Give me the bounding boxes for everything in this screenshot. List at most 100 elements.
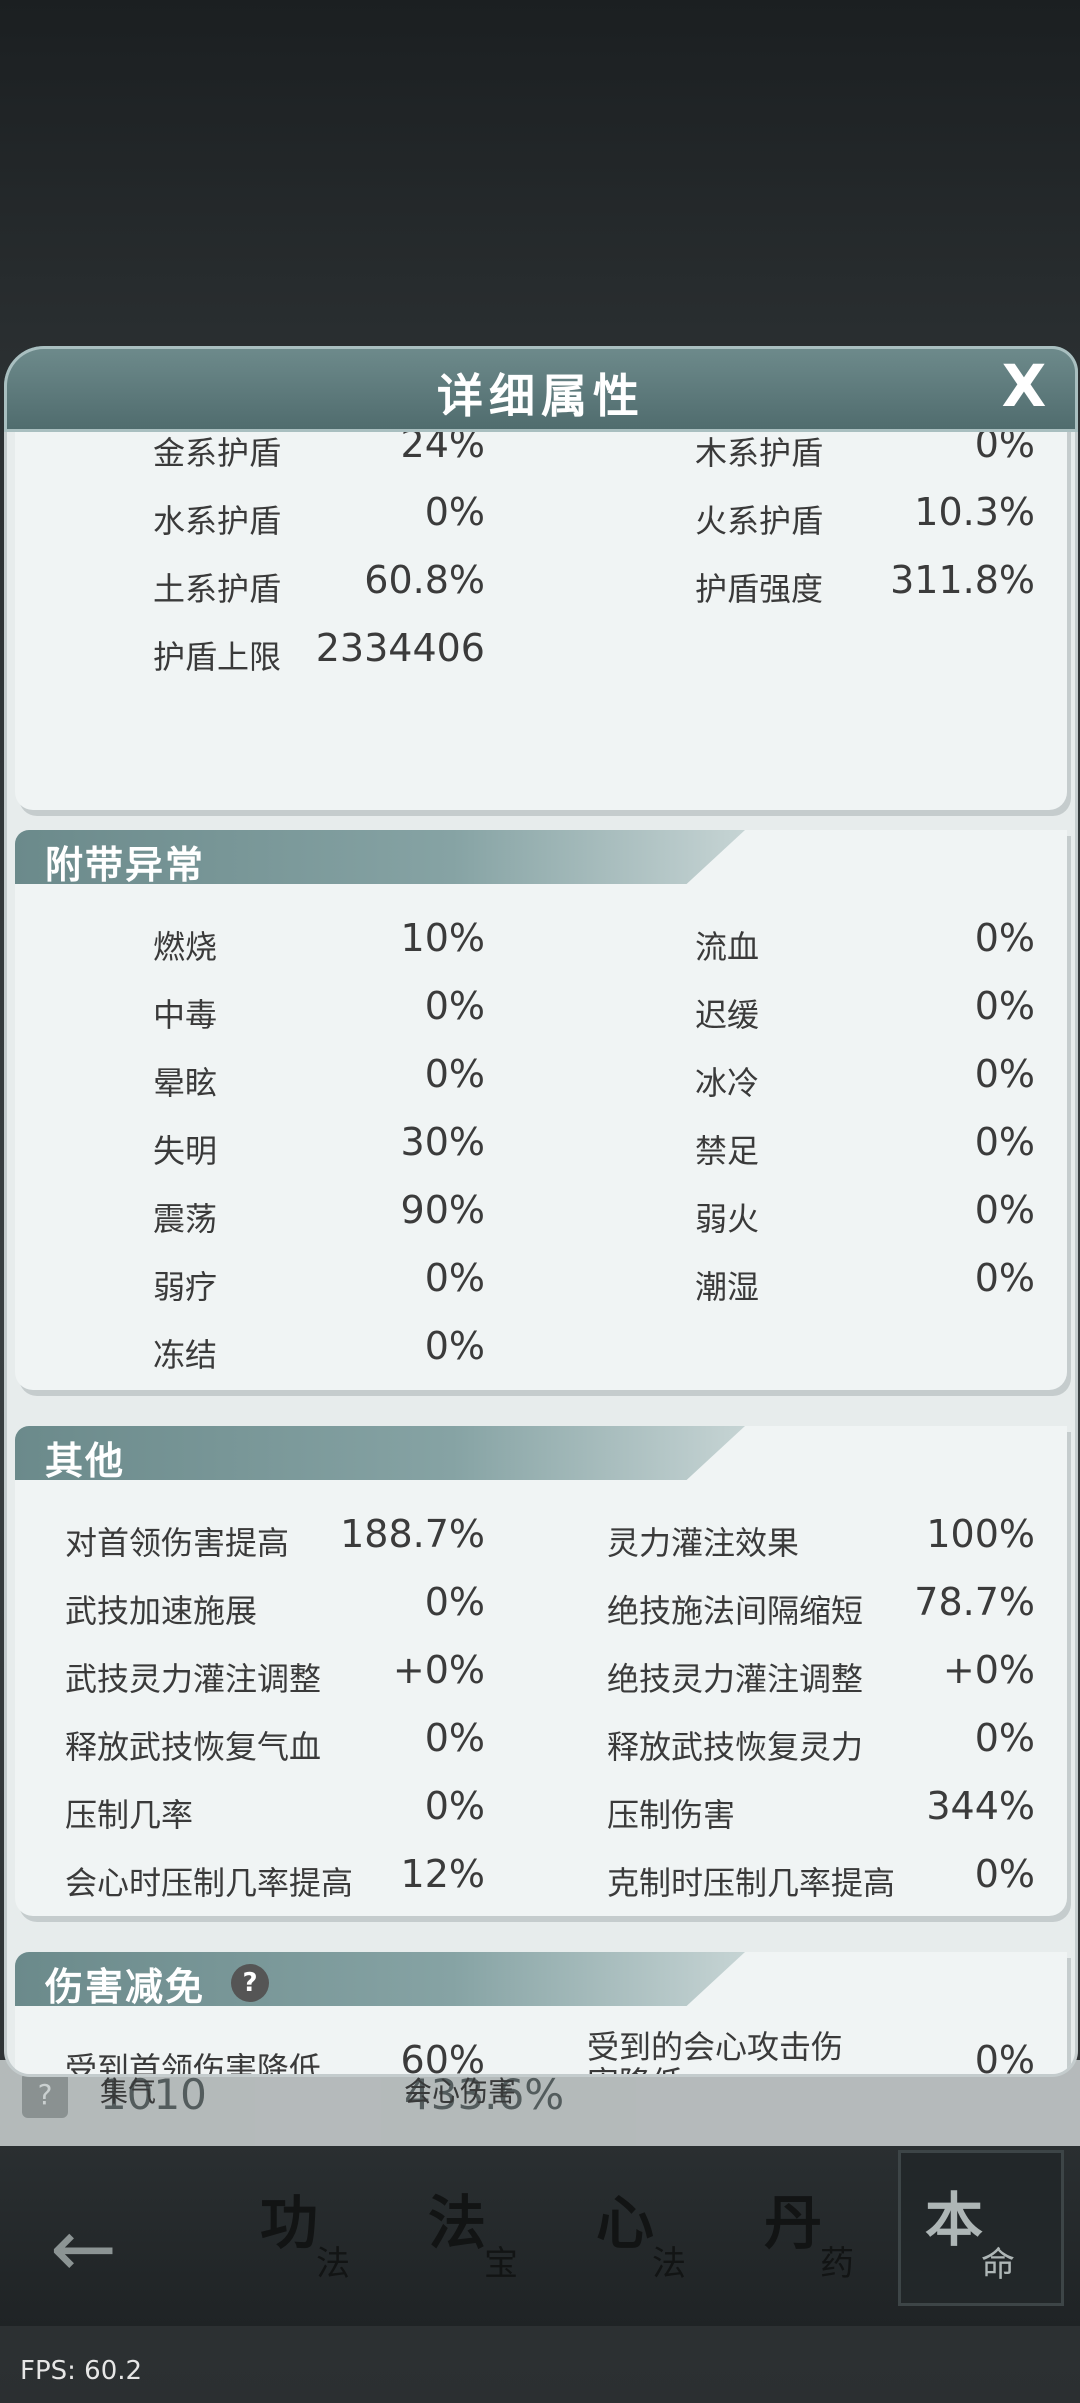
other-skill-infuse-label: 武技灵力灌注调整 [65, 1660, 322, 1698]
abnormal-chill-value: 0% [974, 1052, 1035, 1096]
abnormal-stun-value: 0% [424, 1052, 485, 1096]
nav-item-fabao[interactable]: 法 宝 [404, 2176, 564, 2306]
dr-boss-label: 受到首领伤害降低 [65, 2050, 322, 2077]
abnormal-bleed-value: 0% [974, 916, 1035, 960]
charge-stat: 集气 1010 [100, 2070, 207, 2119]
bottom-nav: ← 功 法 法 宝 心 法 丹 药 本 命 [0, 2146, 1080, 2326]
other-boss-dmg-value: 188.7% [340, 1512, 485, 1556]
other-infuse-effect-value: 100% [926, 1512, 1035, 1556]
other-skill-haste-value: 0% [424, 1580, 485, 1624]
dr-crit-value: 0% [974, 2038, 1035, 2077]
abnormal-burn-label: 燃烧 [153, 928, 218, 966]
dr-boss-value: 60% [400, 2038, 485, 2077]
other-skill-mana-label: 释放武技恢复灵力 [607, 1728, 864, 1766]
back-arrow-icon[interactable]: ← [50, 2202, 117, 2295]
abnormal-shock-label: 震荡 [153, 1200, 218, 1238]
background-top [0, 0, 1080, 380]
shield-cap-label: 护盾上限 [153, 638, 282, 676]
modal-body[interactable]: 金系护盾 24% 木系护盾 0% 水系护盾 0% 火系护盾 10.3% 金系护盾… [4, 432, 1078, 2077]
shield-water-value: 0% [424, 490, 485, 534]
shield-earth-label: 土系护盾 [153, 570, 282, 608]
abnormal-shock-value: 90% [400, 1188, 485, 1232]
shield-wood-value: 0% [974, 432, 1035, 466]
abnormal-weakheal-value: 0% [424, 1256, 485, 1300]
other-counter-suppress-value: 0% [974, 1852, 1035, 1896]
shield-metal-label: 金系护盾 [153, 434, 282, 472]
shield-fire-value: 10.3% [914, 490, 1035, 534]
attribute-detail-modal: 详细属性 X 金系护盾 24% 木系护盾 0% 水系护盾 0% 火系护盾 10.… [0, 346, 1080, 2077]
nav-item-xinfa-big: 心 [596, 2189, 655, 2257]
abnormal-damp-value: 0% [974, 1256, 1035, 1300]
other-ult-infuse-label: 绝技灵力灌注调整 [607, 1660, 864, 1698]
nav-item-danyao-small: 药 [820, 2244, 854, 2284]
nav-item-gongfa-big: 功 [260, 2189, 319, 2257]
other-section-tab: 其他 [15, 1426, 745, 1480]
other-suppress-dmg-value: 344% [926, 1784, 1035, 1828]
nav-item-fabao-big: 法 [428, 2189, 487, 2257]
nav-item-benming[interactable]: 本 命 [898, 2150, 1064, 2306]
other-skill-haste-label: 武技加速施展 [65, 1592, 258, 1630]
abnormal-blind-label: 失明 [153, 1132, 218, 1170]
abnormal-root-label: 禁足 [695, 1132, 760, 1170]
nav-item-gongfa[interactable]: 功 法 [236, 2176, 396, 2306]
abnormal-poison-label: 中毒 [153, 996, 218, 1034]
abnormal-weakfire-value: 0% [974, 1188, 1035, 1232]
modal-header: 详细属性 X [4, 346, 1078, 432]
damage-reduction-help-icon[interactable]: ? [231, 1964, 269, 2002]
other-suppress-chance-label: 压制几率 [65, 1796, 194, 1834]
shield-cap-value: 2334406 [315, 626, 485, 670]
close-button[interactable]: X [994, 356, 1054, 416]
nav-item-fabao-small: 宝 [484, 2244, 518, 2284]
fps-counter: FPS: 60.2 [20, 2356, 143, 2386]
shield-fire-label: 火系护盾 [695, 502, 824, 540]
other-skill-heal-value: 0% [424, 1716, 485, 1760]
dr-crit-label-line2: 害降低 [587, 2058, 683, 2074]
shield-metal-value: 24% [400, 432, 485, 466]
abnormal-weakfire-label: 弱火 [695, 1200, 760, 1238]
abnormal-stun-label: 晕眩 [153, 1064, 218, 1102]
nav-item-danyao[interactable]: 丹 药 [740, 2176, 900, 2306]
abnormal-damp-label: 潮湿 [695, 1268, 760, 1306]
abnormal-section: 附带异常 燃烧 10% 流血 0% 中毒 0% 迟缓 0% 晕眩 0% 冰冷 0… [15, 830, 1067, 1390]
nav-item-benming-big: 本 [925, 2186, 984, 2254]
shield-section-body: 金系护盾 24% 木系护盾 0% 水系护盾 0% 火系护盾 10.3% 土系护盾… [15, 432, 1067, 810]
other-skill-mana-value: 0% [974, 1716, 1035, 1760]
other-section-title: 其他 [45, 1439, 126, 1483]
abnormal-root-value: 0% [974, 1120, 1035, 1164]
other-skill-infuse-value: +0% [392, 1648, 485, 1692]
other-crit-suppress-value: 12% [400, 1852, 485, 1896]
abnormal-burn-value: 10% [400, 916, 485, 960]
other-boss-dmg-label: 对首领伤害提高 [65, 1524, 290, 1562]
other-infuse-effect-label: 灵力灌注效果 [607, 1524, 800, 1562]
abnormal-slow-label: 迟缓 [695, 996, 760, 1034]
abnormal-slow-value: 0% [974, 984, 1035, 1028]
other-ult-infuse-value: +0% [942, 1648, 1035, 1692]
shield-water-label: 水系护盾 [153, 502, 282, 540]
nav-item-xinfa[interactable]: 心 法 [572, 2176, 732, 2306]
abnormal-section-tab: 附带异常 [15, 830, 745, 884]
other-suppress-chance-value: 0% [424, 1784, 485, 1828]
shield-wood-label: 木系护盾 [695, 434, 824, 472]
nav-item-xinfa-small: 法 [652, 2244, 686, 2284]
damage-reduction-section-tab: 伤害减免 ? [15, 1952, 745, 2006]
abnormal-blind-value: 30% [400, 1120, 485, 1164]
shield-earth-value: 60.8% [364, 558, 485, 602]
damage-reduction-section-title: 伤害减免 [45, 1965, 206, 2009]
nav-item-danyao-big: 丹 [764, 2189, 823, 2257]
other-ult-interval-label: 绝技施法间隔缩短 [607, 1592, 864, 1630]
other-ult-interval-value: 78.7% [914, 1580, 1035, 1624]
shield-strength-label: 护盾强度 [695, 570, 824, 608]
abnormal-poison-value: 0% [424, 984, 485, 1028]
damage-reduction-section: 伤害减免 ? 受到首领伤害降低 60% 受到的会心攻击伤 害降低 0% [15, 1952, 1067, 2077]
abnormal-chill-label: 冰冷 [695, 1064, 760, 1102]
nav-item-gongfa-small: 法 [316, 2244, 350, 2284]
abnormal-section-title: 附带异常 [45, 843, 206, 887]
background-help-icon: ? [22, 2072, 68, 2118]
shield-strength-value: 311.8% [890, 558, 1035, 602]
abnormal-weakheal-label: 弱疗 [153, 1268, 218, 1306]
abnormal-freeze-value: 0% [424, 1324, 485, 1368]
modal-title: 详细属性 [437, 369, 645, 423]
other-section: 其他 对首领伤害提高 188.7% 灵力灌注效果 100% 武技加速施展 0% … [15, 1426, 1067, 1916]
other-skill-heal-label: 释放武技恢复气血 [65, 1728, 322, 1766]
crit-damage-stat: 会心伤害 433.6% [404, 2070, 565, 2119]
